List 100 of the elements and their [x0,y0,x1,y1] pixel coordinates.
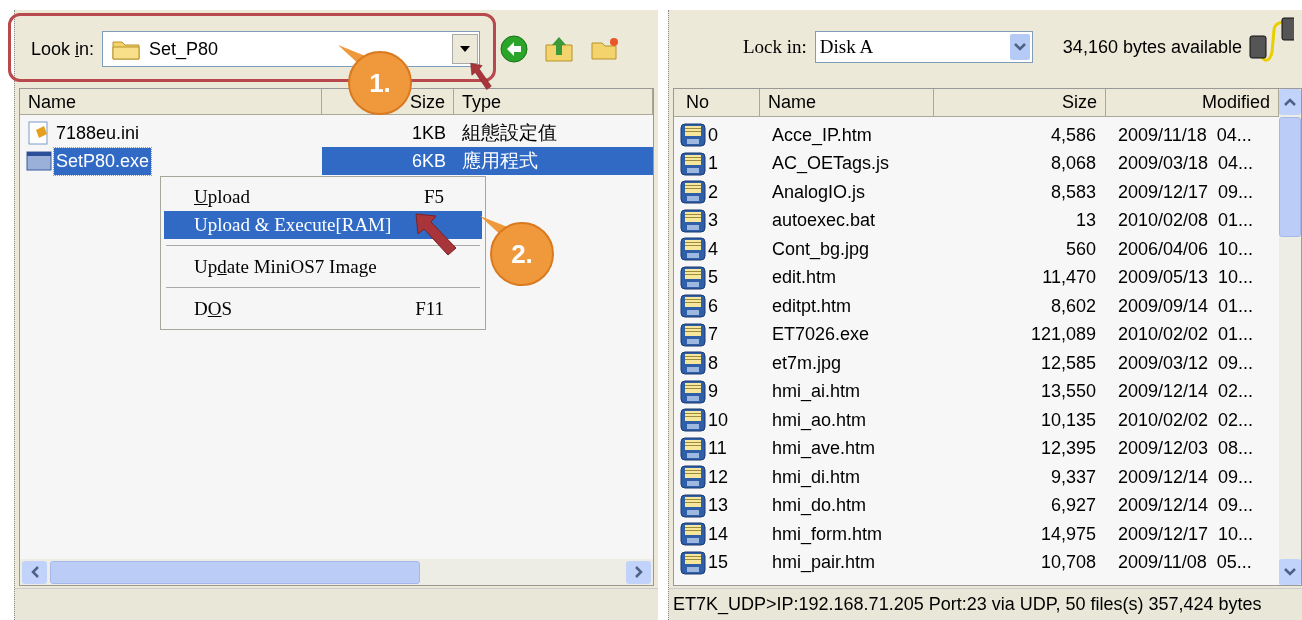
lock-in-label: Lock in: [743,34,807,59]
file-size: 560 [1064,237,1097,261]
file-size: 8,583 [1049,180,1097,204]
file-modified: 2009/03/18 04... [1117,152,1255,176]
file-modified: 2009/12/17 10... [1117,522,1255,546]
file-size: 12,585 [1039,351,1097,375]
file-size: 10,708 [1039,551,1097,575]
folder-name: Set_P80 [149,37,220,62]
file-size: 14,975 [1039,522,1097,546]
file-name: et7m.jpg [771,351,843,375]
status-text: ET7K_UDP>IP:192.168.71.205 Port:23 via UDP, 50 files(s) 357,424 bytes [673,593,1262,617]
file-type: 應用程式 [454,147,653,175]
file-size: 6,927 [1049,494,1097,518]
file-name: SetP80.exe [54,147,152,175]
file-number: 0 [708,123,718,147]
file-modified: 2009/12/14 09... [1117,494,1255,518]
file-size: 13,550 [1039,380,1097,404]
file-modified: 2009/12/14 09... [1117,465,1255,489]
scrollbar-thumb[interactable] [50,560,420,584]
file-size: 9,337 [1049,465,1097,489]
disk-name: Disk A [819,34,875,59]
file-number: 12 [708,465,729,489]
file-number: 8 [708,351,718,375]
file-modified: 2010/02/08 01... [1117,209,1255,233]
column-header[interactable]: Name [760,89,934,116]
file-name: hmi_di.htm [771,465,862,490]
file-number: 9 [708,380,718,404]
file-name: hmi_ave.htm [771,437,877,461]
scroll-left-button[interactable] [22,560,47,584]
file-number: 13 [708,494,729,518]
file-size: 121,089 [1029,323,1097,347]
scroll-right-button[interactable] [626,560,651,584]
caret-icon [460,46,471,52]
file-modified: 2009/05/13 10... [1117,266,1255,290]
file-name: edit.htm [771,266,838,290]
column-header[interactable]: Type [462,92,502,112]
menu-item[interactable]: DOS F11 [164,295,482,323]
scrollbar-thumb[interactable] [1279,117,1301,237]
file-name: editpt.htm [771,294,853,318]
menu-item[interactable]: Upload & Execute[RAM] [164,211,482,239]
file-number: 3 [708,209,718,233]
column-header[interactable]: Name [28,92,76,112]
file-name: 7188eu.ini [55,121,141,145]
folder-dropdown[interactable]: Set_P80 [102,31,481,67]
file-modified: 2009/12/17 09... [1117,180,1255,204]
file-number: 6 [708,294,718,318]
disk-dropdown[interactable]: Disk A [814,31,1033,63]
file-size: 11,470 [1041,266,1097,290]
folder-up-icon[interactable] [544,35,575,63]
file-modified: 2009/12/03 08... [1117,437,1255,461]
file-name: hmi_ao.htm [771,408,868,433]
chevron-right-icon [634,566,643,578]
file-number: 4 [708,237,718,261]
file-size: 8,068 [1049,152,1097,176]
file-number: 10 [708,408,729,432]
file-name: hmi_form.htm [771,522,884,547]
file-size: 6KB [322,147,454,175]
new-folder-icon[interactable] [590,35,621,63]
file-size: 10,135 [1039,408,1097,432]
column-header[interactable]: No [674,89,760,116]
file-modified: 2009/09/14 01... [1117,294,1255,318]
column-header[interactable]: Size [934,89,1106,116]
menu-item[interactable]: Upload F5 [164,183,482,211]
file-row[interactable]: 7188eu.ini 1KB 組態設定值 [20,119,653,147]
chevron-left-icon [30,566,39,578]
file-size: 8,602 [1049,294,1097,318]
file-modified: 2010/02/02 02... [1117,408,1255,432]
file-modified: 2010/02/02 01... [1117,323,1255,347]
step-callout: 2. [480,216,556,286]
free-space-text: 34,160 bytes available [1062,35,1242,59]
file-modified: 2009/11/08 05... [1117,551,1253,575]
file-number: 15 [708,551,729,575]
dropdown-button[interactable] [1009,34,1030,60]
dropdown-button[interactable] [452,34,479,64]
scroll-up-button[interactable] [1279,89,1301,115]
file-name: autoexec.bat [771,209,877,233]
file-size: 1KB [410,121,447,145]
chevron-down-icon [1013,43,1026,51]
file-name: Cont_bg.jpg [771,237,871,262]
file-size: 13 [1074,209,1097,233]
file-number: 7 [708,323,718,347]
file-name: hmi_pair.htm [771,551,877,575]
file-number: 11 [708,437,727,461]
file-number: 2 [708,180,718,204]
file-row[interactable]: SetP80.exe 6KB 應用程式 [20,147,653,175]
chevron-down-icon [1284,568,1296,576]
file-number: 1 [708,152,718,176]
file-type: 組態設定值 [461,120,558,145]
file-size: 12,395 [1039,437,1097,461]
file-name: Acce_IP.htm [771,123,873,148]
window-icon [26,150,52,172]
menu-item[interactable]: Update MiniOS7 Image [164,253,482,281]
file-size: 4,586 [1049,123,1097,147]
file-name: hmi_do.htm [771,494,868,518]
look-in-label: Look in: [31,37,95,61]
file-name: AnalogIO.js [771,180,867,204]
scroll-down-button[interactable] [1279,559,1301,585]
file-number: 14 [708,522,729,546]
file-name: AC_OETags.js [771,152,891,176]
file-modified: 2006/04/06 10... [1117,237,1255,261]
